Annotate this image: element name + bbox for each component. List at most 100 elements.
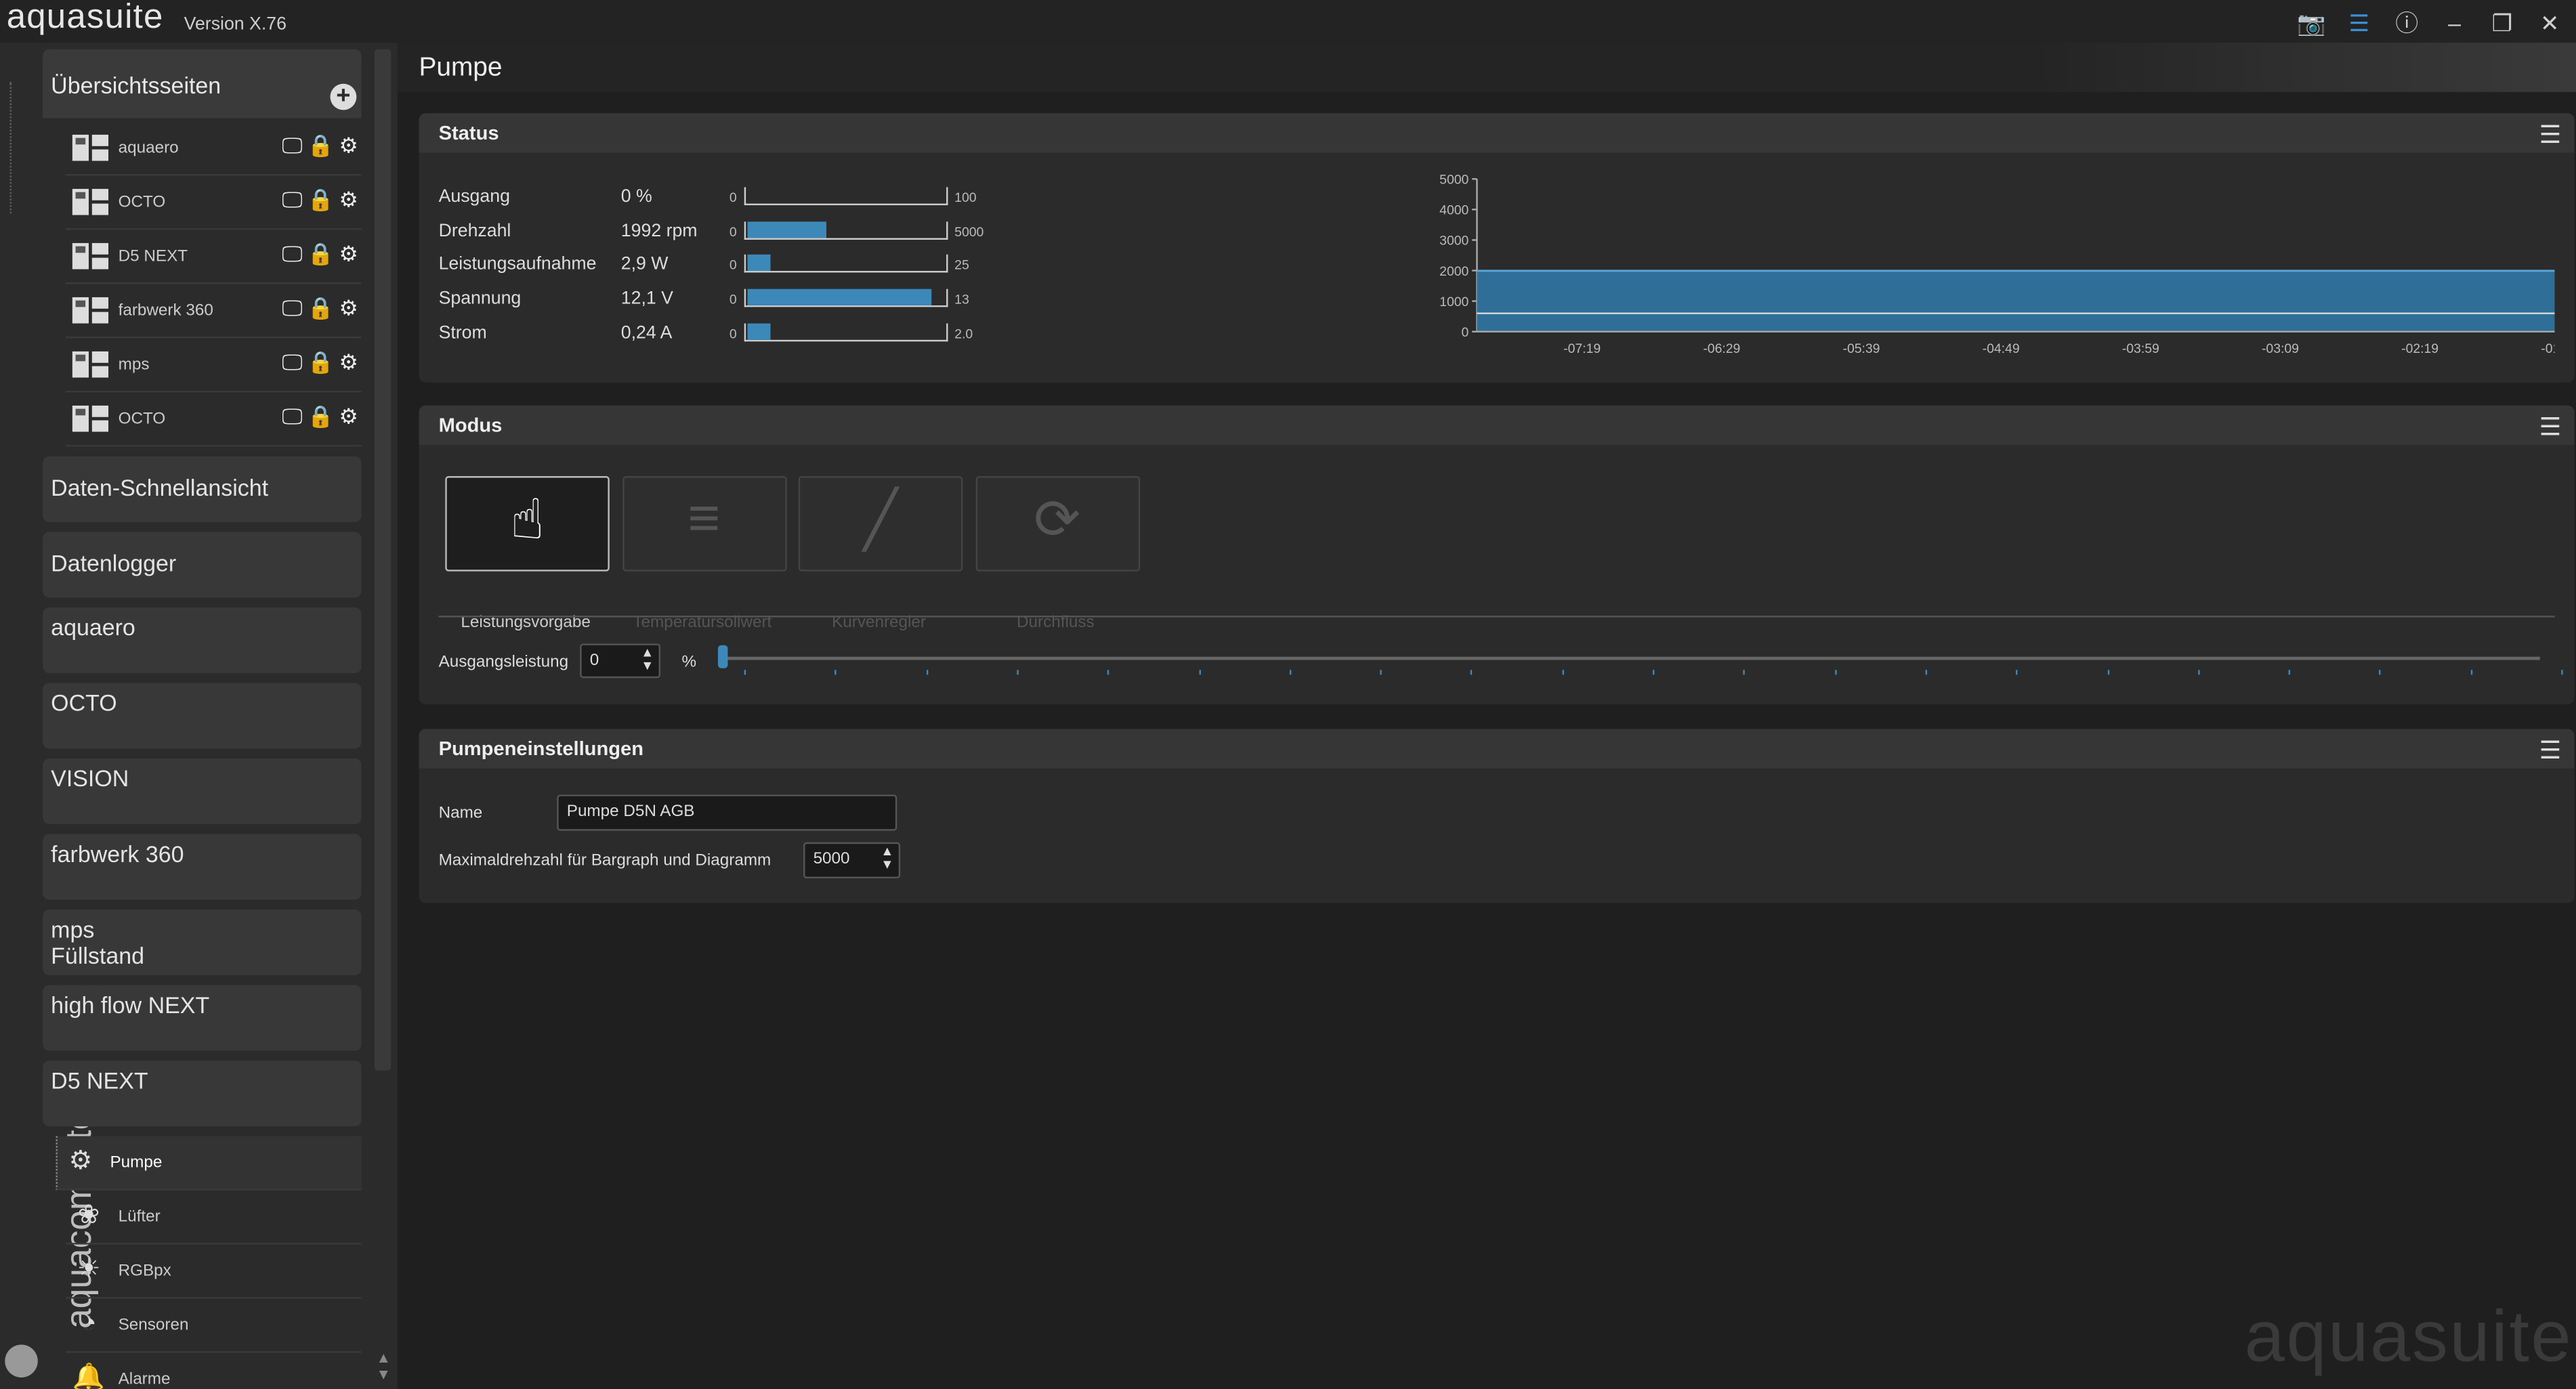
lock-icon[interactable]: 🔒 [308,295,334,322]
sidebar-subitem-label: RGBpx [118,1262,171,1281]
slider-tick [1380,670,1382,675]
status-min: 0 [729,190,737,206]
slider-tick [1198,670,1200,675]
overview-item[interactable]: mps 🖵 🔒 ⚙ [66,338,362,393]
minimize-icon[interactable]: – [2438,10,2471,37]
overview-item[interactable]: farbwerk 360 🖵 🔒 ⚙ [66,284,362,339]
lock-icon[interactable]: 🔒 [308,187,334,213]
output-power-stepper[interactable]: 0 ▲ ▼ [580,643,661,679]
restore-icon[interactable]: ❐ [2486,9,2519,37]
sidebar-item-label: Daten-Schnellansicht [51,474,269,501]
add-overview-icon[interactable]: + [330,83,357,110]
pump-settings-menu-icon[interactable]: ☰ [2539,735,2562,765]
lock-icon[interactable]: 🔒 [308,404,334,430]
dashboard-tile-icon [72,188,109,215]
output-power-label: Ausgangsleistung [438,653,569,672]
lock-icon[interactable]: 🔒 [308,133,334,159]
output-power-slider-thumb[interactable] [717,645,728,668]
sidebar-item[interactable]: aquaero [43,607,362,673]
status-menu-icon[interactable]: ☰ [2539,120,2562,149]
gear-icon[interactable]: ⚙ [339,133,358,159]
status-max: 25 [954,258,969,274]
gear-icon[interactable]: ⚙ [339,187,358,213]
overview-item-label: OCTO [118,194,166,212]
camera-icon[interactable]: 📷 [2295,9,2328,37]
sidebar-subitem[interactable]: ◔ Sensoren [66,1299,362,1353]
status-bargraph [744,221,948,240]
slider-tick [1471,670,1473,675]
mode-button[interactable]: ⟳ [975,476,1140,572]
mode-divider [438,616,2555,618]
stepper-arrows-icon[interactable]: ▲ ▼ [641,646,654,673]
app-brand: aquasuite [6,0,164,37]
slider-tick [925,670,928,675]
sidebar-item[interactable]: OCTO [43,683,362,749]
drag-handle[interactable] [9,82,35,214]
status-panel: Status ☰ Ausgang 0 % 0 100 Drehzahl 1992 rpm 0… [419,113,2575,383]
mode-menu-icon[interactable]: ☰ [2539,412,2562,442]
close-icon[interactable]: ✕ [2533,9,2567,37]
status-min: 0 [729,326,737,341]
gear-icon[interactable]: ⚙ [339,404,358,430]
sidebar-item[interactable]: Datenlogger [43,532,362,598]
overview-header[interactable]: Übersichtsseiten + [43,49,362,119]
title-bar: aquasuite Version X.76 📷 ☰ ⓘ – ❐ ✕ [0,0,2576,43]
sidebar-item[interactable]: Daten-Schnellansicht [43,456,362,522]
monitor-icon[interactable]: 🖵 [282,295,302,322]
overview-item[interactable]: OCTO 🖵 🔒 ⚙ [66,392,362,447]
mode-button[interactable]: ☝ [445,476,610,572]
overview-item[interactable]: D5 NEXT 🖵 🔒 ⚙ [66,230,362,284]
lock-icon[interactable]: 🔒 [308,349,334,376]
lock-icon[interactable]: 🔒 [308,241,334,268]
scroll-down-icon[interactable]: ▲ ▼ [376,1350,391,1382]
sidebar-item[interactable]: VISION [43,758,362,824]
sidebar-item[interactable]: farbwerk 360 [43,834,362,900]
gear-icon[interactable]: ⚙ [339,295,358,322]
output-power-slider-track[interactable] [723,656,2540,660]
sidebar-subitem[interactable]: 🔔 Alarme [66,1353,362,1389]
sidebar-subitem-label: Sensoren [118,1317,189,1335]
bulb-icon: ☀ [77,1256,101,1284]
max-rpm-value: 5000 [813,850,850,869]
monitor-icon[interactable]: 🖵 [282,404,302,430]
sidebar-subitem[interactable]: ⚙ Pumpe [56,1136,362,1191]
status-min: 0 [729,224,737,240]
status-name: Drehzahl [438,221,511,241]
max-rpm-stepper[interactable]: 5000 ▲ ▼ [803,842,901,879]
monitor-icon[interactable]: 🖵 [282,187,302,213]
slider-tick [1017,670,1019,675]
status-max: 5000 [954,224,984,240]
monitor-icon[interactable]: 🖵 [282,133,302,159]
y-left-tick-label: 1000 [1439,295,1469,309]
sidebar-subitem[interactable]: ❀ Lüfter [66,1191,362,1245]
sidebar-item[interactable]: D5 NEXT [43,1061,362,1127]
vendor-strip: aquacomputer [0,43,99,1389]
mode-button[interactable]: ≡ [622,476,786,572]
layers-icon[interactable]: ☰ [2343,9,2376,37]
sidebar-item[interactable]: high flow NEXT [43,985,362,1051]
status-bargraph [744,255,948,274]
stepper-arrows-icon[interactable]: ▲ ▼ [881,845,893,872]
mode-button[interactable]: ╱ [798,476,963,572]
overview-item[interactable]: aquaero 🖵 🔒 ⚙ [66,121,362,176]
sidebar-item[interactable]: mps Füllstand [43,910,362,976]
sidebar-scrollbar[interactable] [374,49,392,1071]
slider-tick [835,670,837,675]
gear-icon[interactable]: ⚙ [339,349,358,376]
sidebar-subitem[interactable]: ☀ RGBpx [66,1245,362,1299]
gear-icon[interactable]: ⚙ [339,241,358,268]
overview-item[interactable]: OCTO 🖵 🔒 ⚙ [66,175,362,230]
info-icon[interactable]: ⓘ [2390,7,2424,39]
monitor-icon[interactable]: 🖵 [282,349,302,376]
status-value: 1992 rpm [620,221,698,241]
slider-tick [1744,670,1746,675]
main-content: Pumpe Status ☰ Ausgang 0 % 0 100 Drehzahl 199… [397,43,2576,1389]
mode-panel: Modus ☰ ☝ Leistungsvorgabe ≡ Temperatursoll… [419,405,2575,705]
status-bar-fill [747,289,931,306]
pump-settings-panel: Pumpeneinstellungen ☰ Name Pumpe D5N AGB… [419,729,2575,903]
pump-name-field[interactable]: Pumpe D5N AGB [557,794,898,831]
monitor-icon[interactable]: 🖵 [282,241,302,268]
slider-tick [2470,670,2472,675]
status-max: 100 [954,190,977,206]
sidebar-item-label: farbwerk 360 [51,840,184,868]
